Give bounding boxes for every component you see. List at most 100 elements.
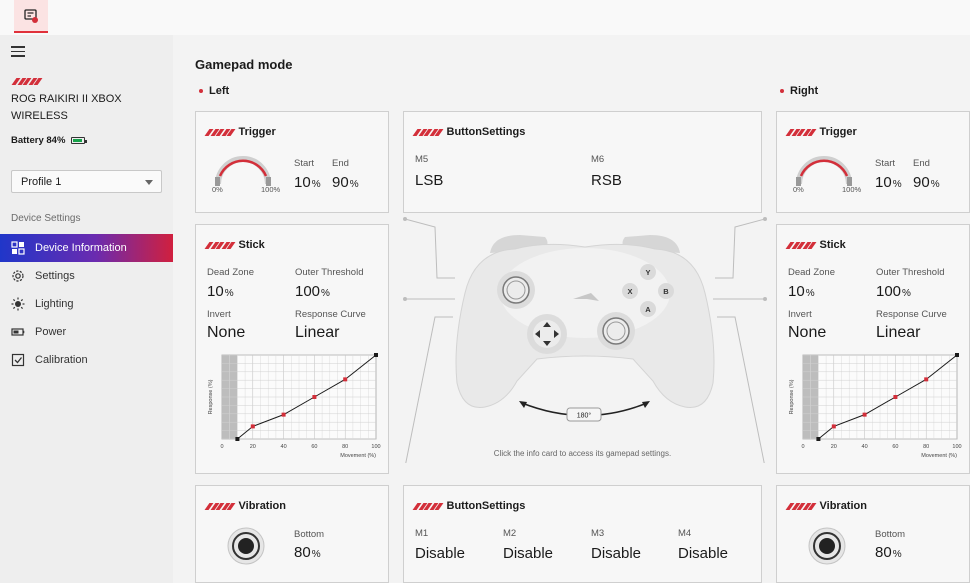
chevron-down-icon xyxy=(145,180,153,185)
sidebar-item-calibration[interactable]: Calibration xyxy=(0,346,173,374)
card-header: Stick xyxy=(785,239,846,251)
curve-point xyxy=(312,395,317,399)
sidebar-item-label: Settings xyxy=(35,270,75,282)
response-curve-value: Linear xyxy=(295,324,340,341)
card-header: Stick xyxy=(204,239,265,251)
card-title: Vibration xyxy=(819,500,867,512)
sidebar-item-settings[interactable]: Settings xyxy=(0,262,173,290)
section-label: Device Settings xyxy=(11,213,81,224)
m3-label: M3 xyxy=(591,528,605,539)
rog-logo-icon xyxy=(412,502,443,510)
end-label: End xyxy=(913,158,930,169)
x-tick-label: 0 xyxy=(220,444,223,450)
sidebar-item-label: Power xyxy=(35,326,67,338)
vibration-icon xyxy=(808,527,846,565)
bottom-value: 80% xyxy=(294,544,321,561)
y-axis-label: Response (%) xyxy=(208,379,214,414)
left-trigger-card[interactable]: Trigger 0% 100% Start End 10% 90% xyxy=(195,111,389,213)
gauge-max-label: 100% xyxy=(261,185,281,194)
m2-label: M2 xyxy=(503,528,517,539)
curve-point xyxy=(235,437,240,441)
response-curve-chart: 0 20 40 60 80 100 Movement (%) Response (%) xyxy=(789,353,962,459)
card-title: ButtonSettings xyxy=(446,126,526,138)
bottom-label: Bottom xyxy=(294,529,325,540)
x-axis-label: Movement (%) xyxy=(340,453,376,459)
x-tick-label: 60 xyxy=(311,444,317,450)
end-label: End xyxy=(332,158,349,169)
x-tick-label: 20 xyxy=(831,444,837,450)
info-hint: Click the info card to access its gamepa… xyxy=(493,449,672,458)
button-settings-top-card[interactable]: ButtonSettings M5 M6 LSB RSB xyxy=(403,111,762,213)
rog-logo-icon xyxy=(204,241,235,249)
x-axis-label: Movement (%) xyxy=(921,453,957,459)
card-title: Trigger xyxy=(238,126,276,138)
rog-logo-icon xyxy=(785,502,816,510)
m3-value: Disable xyxy=(591,545,642,562)
card-title: Vibration xyxy=(238,500,286,512)
menu-icon[interactable] xyxy=(11,46,25,58)
svg-text:B: B xyxy=(663,287,669,296)
x-tick-label: 100 xyxy=(371,444,380,450)
device-app-icon xyxy=(24,8,38,23)
left-vibration-card[interactable]: Vibration Bottom 80% xyxy=(195,485,389,583)
trigger-gauge xyxy=(796,156,852,186)
sidebar-item-power[interactable]: Power xyxy=(0,318,173,346)
title-bar xyxy=(0,0,970,35)
right-stick-card[interactable]: Stick Dead Zone Outer Threshold 10% 100%… xyxy=(776,224,970,474)
sidebar: ROG RAIKIRI II XBOX WIRELESS Battery 84%… xyxy=(0,35,173,583)
gauge-min-label: 0% xyxy=(793,185,804,194)
card-title: Stick xyxy=(238,239,265,251)
invert-value: None xyxy=(207,324,246,341)
rog-logo-icon xyxy=(785,241,816,249)
profile-select[interactable]: Profile 1 xyxy=(11,170,162,193)
left-side-label: Left xyxy=(199,85,229,97)
right-vibration-card[interactable]: Vibration Bottom 80% xyxy=(776,485,970,583)
x-tick-label: 80 xyxy=(342,444,348,450)
gear-icon xyxy=(12,270,24,282)
left-stick-card[interactable]: Stick Dead Zone Outer Threshold 10% 100%… xyxy=(195,224,389,474)
card-title: Trigger xyxy=(819,126,857,138)
dead-zone-value: 10% xyxy=(788,283,815,300)
response-curve-chart: 0 20 40 60 80 100 Movement (%) Response (%) xyxy=(208,353,381,459)
battery-label: Battery 84% xyxy=(11,135,66,146)
device-name: ROG RAIKIRI II XBOX WIRELESS xyxy=(11,93,122,122)
card-header: Trigger xyxy=(204,126,276,138)
card-header: Vibration xyxy=(785,500,867,512)
right-trigger-card[interactable]: Trigger 0% 100% Start End 10% 90% xyxy=(776,111,970,213)
rog-logo-icon xyxy=(204,128,235,136)
card-header: ButtonSettings xyxy=(412,126,526,138)
invert-label: Invert xyxy=(207,309,231,320)
sidebar-nav: Device Information Settings Lighting Pow… xyxy=(0,234,173,374)
curve-point xyxy=(374,353,378,357)
curve-point xyxy=(862,412,867,417)
rog-logo-icon xyxy=(412,128,443,136)
curve-point xyxy=(816,437,821,441)
dead-zone-label: Dead Zone xyxy=(788,267,836,278)
m5-value: LSB xyxy=(415,172,444,189)
right-side-label: Right xyxy=(780,85,818,97)
battery-icon xyxy=(11,328,25,336)
battery-status: Battery 84% xyxy=(11,135,88,146)
card-header: ButtonSettings xyxy=(412,500,525,512)
bullet-icon xyxy=(780,89,784,93)
left-label-text: Left xyxy=(209,85,230,97)
sidebar-item-lighting[interactable]: Lighting xyxy=(0,290,173,318)
start-value: 10% xyxy=(875,174,902,191)
response-curve-label: Response Curve xyxy=(876,309,947,320)
button-settings-bottom-card[interactable]: ButtonSettings M1 M2 M3 M4 Disable Disab… xyxy=(403,485,762,583)
svg-text:X: X xyxy=(627,287,632,296)
curve-point xyxy=(250,424,255,429)
sidebar-item-label: Calibration xyxy=(35,354,88,366)
sidebar-item-device-information[interactable]: Device Information xyxy=(0,234,173,262)
dead-zone-label: Dead Zone xyxy=(207,267,255,278)
svg-text:A: A xyxy=(645,305,651,314)
dead-zone-value: 10% xyxy=(207,283,234,300)
x-tick-label: 80 xyxy=(923,444,929,450)
y-axis-label: Response (%) xyxy=(789,379,795,414)
start-label: Start xyxy=(875,158,896,169)
card-header: Vibration xyxy=(204,500,286,512)
trigger-gauge xyxy=(215,156,271,186)
end-value: 90% xyxy=(332,174,359,191)
app-tab[interactable] xyxy=(14,0,48,33)
m6-value: RSB xyxy=(591,172,622,189)
